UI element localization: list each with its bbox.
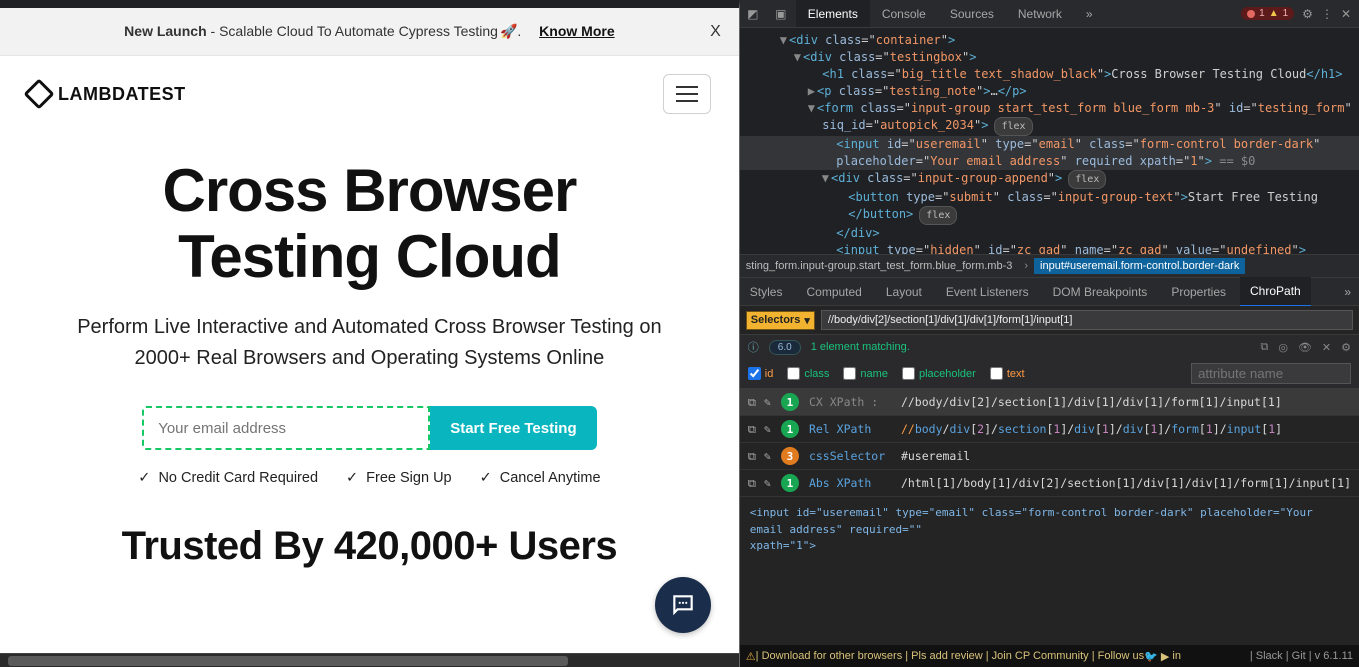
more-menu-icon[interactable]: ⋮ bbox=[1321, 7, 1333, 21]
error-badge[interactable]: 1 ▲1 bbox=[1241, 7, 1294, 20]
match-badge: 1 bbox=[781, 393, 799, 411]
info-icon[interactable]: ⓘ bbox=[748, 339, 759, 355]
tab-network[interactable]: Network bbox=[1006, 0, 1074, 27]
settings-gear-icon[interactable]: ⚙ bbox=[1302, 7, 1313, 21]
chk-class[interactable]: class bbox=[787, 367, 829, 380]
subtab-properties[interactable]: Properties bbox=[1161, 278, 1236, 306]
website-pane: New Launch - Scalable Cloud To Automate … bbox=[0, 0, 740, 667]
chk-text[interactable]: text bbox=[990, 367, 1025, 380]
hero-title: Cross Browser Testing Cloud bbox=[40, 158, 699, 290]
copy-icon[interactable]: ⧉ bbox=[748, 395, 756, 410]
xpath-input[interactable] bbox=[821, 310, 1353, 330]
chk-id[interactable]: id bbox=[748, 367, 774, 380]
attribute-filter-row: id class name placeholder text bbox=[740, 359, 1359, 389]
logo-mark-icon bbox=[23, 78, 54, 109]
edit-icon[interactable]: ✎ bbox=[764, 395, 771, 410]
gear-icon[interactable]: ⚙ bbox=[1341, 341, 1351, 354]
menu-toggle-button[interactable] bbox=[663, 74, 711, 114]
version-pill: 6.0 bbox=[769, 340, 801, 355]
feature-free-signup: Free Sign Up bbox=[346, 470, 452, 486]
top-nav: LAMBDATEST bbox=[0, 56, 739, 124]
dom-tree[interactable]: ▼<div class="container"> ▼<div class="te… bbox=[740, 28, 1359, 254]
linkedin-icon[interactable]: in bbox=[1172, 650, 1181, 662]
chat-fab-button[interactable] bbox=[655, 577, 711, 633]
edit-icon[interactable]: ✎ bbox=[764, 449, 771, 464]
start-free-testing-button[interactable]: Start Free Testing bbox=[430, 406, 596, 450]
horizontal-scrollbar[interactable] bbox=[0, 653, 739, 667]
hero-subtitle: Perform Live Interactive and Automated C… bbox=[40, 312, 699, 374]
selectors-table: ⧉✎ 1 CX XPath : //body/div[2]/section[1]… bbox=[740, 389, 1359, 497]
banner-text: - Scalable Cloud To Automate Cypress Tes… bbox=[207, 23, 498, 39]
breadcrumb-selected[interactable]: input#useremail.form-control.border-dark bbox=[1034, 258, 1245, 274]
email-input[interactable] bbox=[142, 406, 430, 450]
banner-close-button[interactable]: X bbox=[710, 23, 721, 41]
tools-icon[interactable]: ✕ bbox=[1322, 341, 1331, 354]
subtab-more-icon[interactable]: » bbox=[1336, 285, 1359, 299]
brand-logo[interactable]: LAMBDATEST bbox=[28, 83, 186, 105]
twitter-icon[interactable]: 🐦 bbox=[1144, 650, 1158, 663]
subtab-layout[interactable]: Layout bbox=[876, 278, 932, 306]
chk-name[interactable]: name bbox=[843, 367, 888, 380]
inspect-icon[interactable]: ◩ bbox=[740, 7, 766, 21]
chat-icon bbox=[670, 592, 696, 618]
chropath-footer: ⚠ | Download for other browsers | Pls ad… bbox=[740, 645, 1359, 667]
copy-icon[interactable]: ⧉ bbox=[1260, 341, 1268, 354]
copy-icon[interactable]: ⧉ bbox=[748, 422, 756, 437]
scrollbar-thumb[interactable] bbox=[8, 656, 568, 666]
selectors-dropdown[interactable]: Selectors bbox=[746, 311, 815, 330]
row-abs-xpath[interactable]: ⧉✎ 1 Abs XPath /html[1]/body[1]/div[2]/s… bbox=[740, 470, 1359, 497]
rel-xpath-value: //body/div[2]/section[1]/div[1]/div[1]/f… bbox=[901, 422, 1282, 436]
devtools-tabs: Elements Console Sources Network » bbox=[796, 0, 1105, 27]
match-badge: 1 bbox=[781, 420, 799, 438]
element-snippet: <input id="useremail" type="email" class… bbox=[740, 497, 1359, 645]
hamburger-icon bbox=[676, 93, 698, 95]
announcement-banner: New Launch - Scalable Cloud To Automate … bbox=[0, 8, 739, 56]
feature-no-card: No Credit Card Required bbox=[138, 470, 318, 486]
feature-row: No Credit Card Required Free Sign Up Can… bbox=[40, 470, 699, 486]
subtab-chropath[interactable]: ChroPath bbox=[1240, 277, 1311, 307]
devtools-pane: ◩ ▣ Elements Console Sources Network » 1… bbox=[740, 0, 1359, 667]
row-cx-xpath[interactable]: ⧉✎ 1 CX XPath : //body/div[2]/section[1]… bbox=[740, 389, 1359, 416]
devtools-toolbar: ◩ ▣ Elements Console Sources Network » 1… bbox=[740, 0, 1359, 28]
tab-sources[interactable]: Sources bbox=[938, 0, 1006, 27]
close-devtools-icon[interactable]: ✕ bbox=[1341, 7, 1351, 21]
device-toggle-icon[interactable]: ▣ bbox=[768, 7, 794, 21]
chropath-panel: Selectors ⓘ 6.0 1 element matching. ⧉ ◎ … bbox=[740, 306, 1359, 667]
dom-breadcrumb[interactable]: sting_form.input-group.start_test_form.b… bbox=[740, 254, 1359, 278]
trusted-by-heading: Trusted By 420,000+ Users bbox=[40, 524, 699, 569]
tab-elements[interactable]: Elements bbox=[796, 0, 870, 27]
subtab-computed[interactable]: Computed bbox=[796, 278, 871, 306]
attribute-name-input[interactable] bbox=[1191, 363, 1351, 384]
subtab-styles[interactable]: Styles bbox=[740, 278, 793, 306]
rocket-icon: 🚀 bbox=[500, 23, 517, 39]
copy-icon[interactable]: ⧉ bbox=[748, 449, 756, 464]
chk-placeholder[interactable]: placeholder bbox=[902, 367, 976, 380]
match-badge: 3 bbox=[781, 447, 799, 465]
edit-icon[interactable]: ✎ bbox=[764, 422, 771, 437]
hero-section: Cross Browser Testing Cloud Perform Live… bbox=[0, 124, 739, 569]
dom-selected-node[interactable]: <input id="useremail" type="email" class… bbox=[740, 136, 1359, 153]
tab-more[interactable]: » bbox=[1074, 0, 1105, 27]
tab-console[interactable]: Console bbox=[870, 0, 938, 27]
copy-icon[interactable]: ⧉ bbox=[748, 476, 756, 491]
matching-count: 1 element matching. bbox=[811, 341, 910, 353]
match-badge: 1 bbox=[781, 474, 799, 492]
feature-cancel: Cancel Anytime bbox=[480, 470, 601, 486]
row-css-selector[interactable]: ⧉✎ 3 cssSelector #useremail bbox=[740, 443, 1359, 470]
brand-text: LAMBDATEST bbox=[58, 84, 186, 105]
edit-icon[interactable]: ✎ bbox=[764, 476, 771, 491]
subtab-event-listeners[interactable]: Event Listeners bbox=[936, 278, 1039, 306]
signup-form: Start Free Testing bbox=[40, 406, 699, 450]
banner-bold: New Launch bbox=[124, 23, 206, 39]
eye-icon[interactable]: 👁 bbox=[1298, 341, 1312, 354]
know-more-link[interactable]: Know More bbox=[539, 23, 614, 39]
footer-warn-icon: ⚠ bbox=[746, 650, 756, 663]
elements-subtabs: Styles Computed Layout Event Listeners D… bbox=[740, 278, 1359, 306]
subtab-dom-breakpoints[interactable]: DOM Breakpoints bbox=[1043, 278, 1158, 306]
record-icon[interactable]: ◎ bbox=[1278, 341, 1288, 354]
youtube-icon[interactable]: ▶ bbox=[1161, 650, 1169, 663]
row-rel-xpath[interactable]: ⧉✎ 1 Rel XPath //body/div[2]/section[1]/… bbox=[740, 416, 1359, 443]
